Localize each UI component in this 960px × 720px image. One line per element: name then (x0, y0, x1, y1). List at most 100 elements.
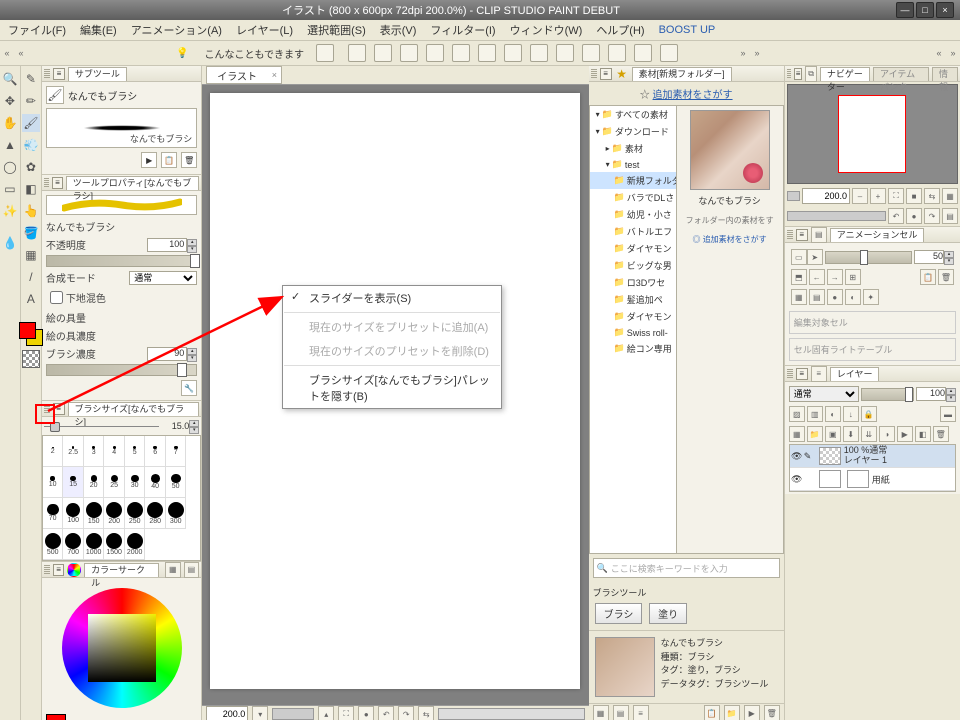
color-square[interactable] (88, 614, 156, 682)
fg-bg-swatch[interactable] (19, 322, 43, 346)
cmd-scale-icon[interactable] (530, 44, 548, 62)
toolprop-tab[interactable]: ツールプロパティ[なんでもブラシ] (66, 176, 200, 190)
zoom-100-icon[interactable]: ● (358, 706, 374, 720)
tool-fill-icon[interactable]: 🪣 (22, 224, 40, 242)
layer-combine-icon[interactable]: ⇊ (861, 426, 877, 442)
panel-menu-icon[interactable]: ≡ (52, 177, 63, 189)
cmd-undo-icon[interactable] (426, 44, 444, 62)
cmd-flip-h-icon[interactable] (556, 44, 574, 62)
cmd-clear-icon[interactable] (478, 44, 496, 62)
mat-prop-icon[interactable]: ▶ (744, 705, 760, 720)
tree-node[interactable]: 📁絵コン専用 (590, 340, 676, 357)
subtool-del-icon[interactable]: 🗑 (181, 152, 197, 168)
mat-delete-icon[interactable]: 🗑 (764, 705, 780, 720)
cmd-fill-icon[interactable] (504, 44, 522, 62)
size-preset-15[interactable]: 15 (63, 467, 84, 498)
size-slider[interactable] (44, 426, 159, 427)
tool-blend-icon[interactable]: 👆 (22, 202, 40, 220)
anim-ico-d[interactable]: ◐ (845, 289, 861, 305)
layer-mask-new-icon[interactable]: ◑ (879, 426, 895, 442)
tool-pencil-icon[interactable]: ✏ (22, 92, 40, 110)
grip-icon[interactable] (44, 69, 50, 79)
size-preset-300[interactable]: 300 (166, 498, 187, 529)
brush-density-value[interactable]: 90 (147, 347, 187, 361)
navigator-tab[interactable]: ナビゲーター (820, 67, 870, 81)
material-btn-paint[interactable]: 塗り (649, 603, 687, 624)
rotate-cw-icon[interactable]: ↷ (398, 706, 414, 720)
layer-dup-icon[interactable]: ▣ (825, 426, 841, 442)
nav-zoom-slider[interactable] (787, 191, 800, 201)
doc-tab-close-icon[interactable]: × (272, 70, 277, 80)
nav-flip-icon[interactable]: ⇆ (924, 188, 940, 204)
layer-delete-icon[interactable]: 🗑 (933, 426, 949, 442)
cmdbar-chevron-left1[interactable]: « (0, 48, 14, 58)
menu-file[interactable]: ファイル(F) (8, 22, 66, 38)
size-value[interactable]: 15.0 (159, 421, 189, 431)
layer-opacity-slider[interactable] (861, 388, 914, 401)
material-thumbnail[interactable] (690, 110, 770, 190)
flip-icon[interactable]: ⇆ (418, 706, 434, 720)
size-preset-250[interactable]: 250 (125, 498, 146, 529)
size-preset-2000[interactable]: 2000 (125, 529, 146, 560)
layer-lock-icon[interactable]: 🔒 (861, 406, 877, 422)
mat-paste-icon[interactable]: 📋 (704, 705, 720, 720)
size-preset-70[interactable]: 70 (43, 498, 64, 529)
layer-new-icon[interactable]: ▦ (789, 426, 805, 442)
color-wheel[interactable] (62, 588, 182, 708)
grip-icon[interactable] (787, 369, 793, 379)
size-preset-2.5[interactable]: 2.5 (63, 436, 84, 467)
menu-help[interactable]: ヘルプ(H) (596, 22, 644, 38)
layer-apply-mask-icon[interactable]: ▶ (897, 426, 913, 442)
rotate-ccw-icon[interactable]: ↶ (378, 706, 394, 720)
toolprop-wrench-icon[interactable]: 🔧 (181, 380, 197, 396)
layer-tab[interactable]: レイヤー (830, 367, 880, 381)
itembank-tab[interactable]: アイテムバンク (873, 67, 929, 81)
layer-mask-icon[interactable]: ◐ (825, 406, 841, 422)
brush-preview[interactable]: なんでもブラシ (46, 108, 197, 148)
nav-rot-ccw-icon[interactable]: ↶ (888, 208, 904, 224)
mat-view-large-icon[interactable]: ▦ (593, 705, 609, 720)
size-preset-50[interactable]: 50 (166, 467, 187, 498)
anim-ico-1[interactable]: ⬒ (791, 269, 807, 285)
anim-sel-icon[interactable]: ▭ (791, 249, 807, 265)
cmdbar-chevron-r1[interactable]: » (736, 48, 750, 58)
brush-variant-icon[interactable]: 🖌 (46, 86, 64, 104)
size-preset-20[interactable]: 20 (84, 467, 105, 498)
color-panel-opt2[interactable]: ▤ (184, 562, 200, 578)
cmd-clipstudio-icon[interactable] (316, 44, 334, 62)
size-preset-30[interactable]: 30 (125, 467, 146, 498)
menu-boostup[interactable]: BOOST UP (659, 24, 716, 36)
tool-arrow-icon[interactable]: ▲ (1, 136, 19, 154)
layer-new-folder-icon[interactable]: 📁 (807, 426, 823, 442)
nav-rot-cw-icon[interactable]: ↷ (924, 208, 940, 224)
cmd-redo-icon[interactable] (452, 44, 470, 62)
size-preset-40[interactable]: 40 (145, 467, 166, 498)
tool-figure-icon[interactable]: / (22, 268, 40, 286)
menu-edit[interactable]: 編集(E) (80, 22, 117, 38)
tool-brush-icon[interactable]: 🖌 (22, 114, 40, 132)
zoom-in-icon[interactable]: ▴ (318, 706, 334, 720)
ctx-hide-palette[interactable]: ブラシサイズ[なんでもブラシ]パレットを隠す(B) (283, 368, 501, 408)
size-preset-1000[interactable]: 1000 (84, 529, 105, 560)
tool-gradient-icon[interactable]: ▦ (22, 246, 40, 264)
layer-lock-alpha-icon[interactable]: ▨ (789, 406, 805, 422)
anim-stepper[interactable]: ▴▾ (944, 251, 954, 263)
grip-icon[interactable] (44, 565, 50, 575)
size-preset-150[interactable]: 150 (84, 498, 105, 529)
size-preset-10[interactable]: 10 (43, 467, 64, 498)
brush-size-menu-icon[interactable]: ≡ (53, 403, 65, 415)
menu-layer[interactable]: レイヤー(L) (236, 22, 293, 38)
tool-dropper-icon[interactable]: 💧 (1, 234, 19, 252)
canvas-hscroll[interactable]: ▾ ▴ ⛶ ● ↶ ↷ ⇆ (202, 705, 588, 720)
tool-move-icon[interactable]: ✥ (1, 92, 19, 110)
grip-icon[interactable] (44, 178, 49, 188)
layer-name[interactable]: レイヤー 1 (844, 456, 888, 466)
tool-airbrush-icon[interactable]: 💨 (22, 136, 40, 154)
layer-opacity-stepper[interactable]: ▴▾ (946, 388, 956, 400)
subtool-tab[interactable]: サブツール (68, 67, 127, 81)
panel-menu-icon[interactable]: ≡ (796, 368, 808, 380)
tool-lasso-icon[interactable]: ◯ (1, 158, 19, 176)
anim-value[interactable]: 50 (914, 250, 944, 264)
tree-node[interactable]: ▸📁素材 (590, 140, 676, 157)
size-preset-7[interactable]: 7 (166, 436, 187, 467)
